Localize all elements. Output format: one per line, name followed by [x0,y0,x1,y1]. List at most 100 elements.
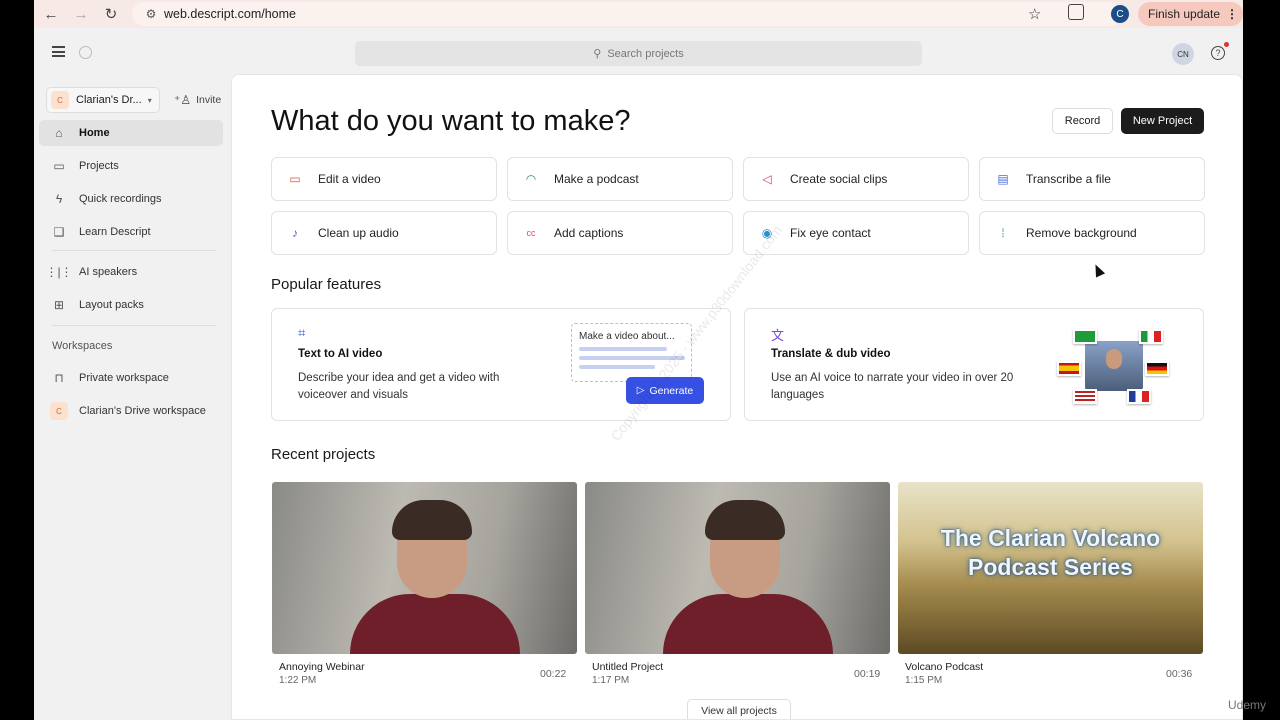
feature-description: Use an AI voice to narrate your video in… [771,372,1014,401]
thumbnail-figure [350,594,520,654]
spain-flag-icon [1057,361,1081,376]
feature-translate-dub[interactable]: 文 Translate & dub video Use an AI voice … [744,308,1204,421]
germany-flag-icon [1145,361,1169,376]
project-time: 1:15 PM [905,675,943,686]
workspace-name: Clarian's Dr... [76,94,142,106]
grid-icon: ⊞ [53,298,65,312]
quick-action-remove-background[interactable]: ⁞ Remove background [979,211,1205,255]
reload-icon[interactable]: ↻ [96,0,126,28]
workspace-badge: C [39,402,79,420]
quick-action-add-captions[interactable]: cc Add captions [507,211,733,255]
user-avatar[interactable]: CN [1172,43,1194,65]
search-icon: ⚲ [593,48,602,60]
sidebar-item-label: Quick recordings [79,193,162,205]
extensions-icon[interactable] [1068,4,1084,20]
microphone-icon: ♪ [292,226,298,240]
book-icon: ❑ [53,225,65,239]
quick-action-label: Create social clips [790,172,888,186]
sidebar-item-label: Clarian's Drive workspace [79,405,206,417]
quick-action-label: Make a podcast [554,172,639,186]
finish-update-label: Finish update [1148,7,1221,21]
sidebar-item-private-workspace[interactable]: ⊓ Private workspace [39,365,223,391]
captions-icon: cc [526,228,536,238]
translate-icon: 文 [771,328,785,343]
workspaces-heading: Workspaces [52,340,113,352]
bookmark-star-icon[interactable]: ☆ [1028,5,1041,23]
search-input[interactable]: ⚲ Search projects [355,41,922,66]
notification-dot [1224,42,1229,47]
view-all-projects-button[interactable]: View all projects [687,699,791,719]
placeholder-line [579,347,667,351]
finish-update-button[interactable]: Finish update ⋮ [1138,2,1243,26]
thumbnail-figure [392,500,472,540]
quick-action-edit-video[interactable]: ▭ Edit a video [271,157,497,201]
forward-icon[interactable]: → [66,0,96,28]
sidebar-item-label: Home [79,127,110,139]
profile-avatar[interactable]: C [1111,5,1129,23]
workspace-badge-letter: C [50,402,68,420]
project-time: 1:17 PM [592,675,630,686]
site-settings-icon[interactable]: ⚙ [138,7,164,21]
workspace-switcher[interactable]: C Clarian's Dr... ▾ [46,87,160,113]
project-thumbnail[interactable] [272,482,577,654]
main-panel: What do you want to make? Record New Pro… [231,74,1243,720]
waveform-icon: ⋮|⋮ [45,265,73,279]
quick-action-transcribe[interactable]: ▤ Transcribe a file [979,157,1205,201]
sidebar: C Clarian's Dr... ▾ ⁺♙ Invite ⌂ Home ▭ P… [34,74,230,720]
sidebar-item-home[interactable]: ⌂ Home [39,120,223,146]
app-window: ← → ↻ ⚙ web.descript.com/home ☆ C Finish… [34,0,1243,720]
lock-icon: ⊓ [54,371,64,385]
sidebar-item-projects[interactable]: ▭ Projects [39,153,223,179]
sidebar-item-ai-speakers[interactable]: ⋮|⋮ AI speakers [39,259,223,285]
record-button[interactable]: Record [1052,108,1113,134]
project-name[interactable]: Volcano Podcast [905,661,983,673]
placeholder-line [579,365,655,369]
headphones-icon: ◠ [525,172,537,186]
document-icon: ▤ [997,172,1009,186]
quick-action-label: Edit a video [318,172,381,186]
search-placeholder: Search projects [607,47,684,60]
ai-video-icon: ⌗ [298,325,306,340]
workspace-badge: C [51,91,69,109]
feature-title: Text to AI video [298,348,383,360]
france-flag-icon [1127,389,1151,404]
quick-action-clean-audio[interactable]: ♪ Clean up audio [271,211,497,255]
help-icon[interactable]: ? [1211,46,1225,60]
bolt-icon: ϟ [55,192,63,206]
brazil-flag-icon [1073,329,1097,344]
thumbnail-figure [663,594,833,654]
back-icon[interactable]: ← [36,0,66,28]
page-title: What do you want to make? [271,105,631,137]
chevron-down-icon: ▾ [147,95,152,105]
sidebar-item-drive-workspace[interactable]: C Clarian's Drive workspace [39,398,223,424]
sidebar-item-label: Private workspace [79,372,169,384]
sidebar-item-layout-packs[interactable]: ⊞ Layout packs [39,292,223,318]
project-name[interactable]: Untitled Project [592,661,663,673]
project-name[interactable]: Annoying Webinar [279,661,365,673]
prompt-text: Make a video about... [579,331,675,342]
quick-action-label: Fix eye contact [790,226,871,240]
quick-action-label: Clean up audio [318,226,399,240]
home-icon: ⌂ [55,126,63,140]
more-menu-icon[interactable]: ⋮ [1226,7,1238,21]
folder-icon: ▭ [53,159,65,173]
quick-action-social-clips[interactable]: ◁ Create social clips [743,157,969,201]
new-project-button[interactable]: New Project [1121,108,1204,134]
sidebar-item-quick-recordings[interactable]: ϟ Quick recordings [39,186,223,212]
project-duration: 00:36 [1166,668,1193,680]
thumbnail-overlay-title: The Clarian Volcano Podcast Series [940,525,1161,580]
project-thumbnail[interactable]: The Clarian Volcano Podcast Series [898,482,1203,654]
video-camera-icon: ▭ [289,172,301,186]
sidebar-item-label: Projects [79,160,119,172]
sidebar-divider [52,250,216,251]
project-thumbnail[interactable] [585,482,890,654]
sidebar-toggle-icon[interactable] [52,46,65,57]
app-topbar: ⚲ Search projects CN ? [34,28,1243,74]
sidebar-item-learn-descript[interactable]: ❑ Learn Descript [39,219,223,245]
project-time: 1:22 PM [279,675,317,686]
invite-button[interactable]: ⁺♙ Invite [174,93,221,107]
usa-flag-icon [1073,389,1097,404]
address-bar[interactable]: ⚙ web.descript.com/home [132,2,1122,26]
quick-action-make-podcast[interactable]: ◠ Make a podcast [507,157,733,201]
url-text: web.descript.com/home [164,7,297,21]
